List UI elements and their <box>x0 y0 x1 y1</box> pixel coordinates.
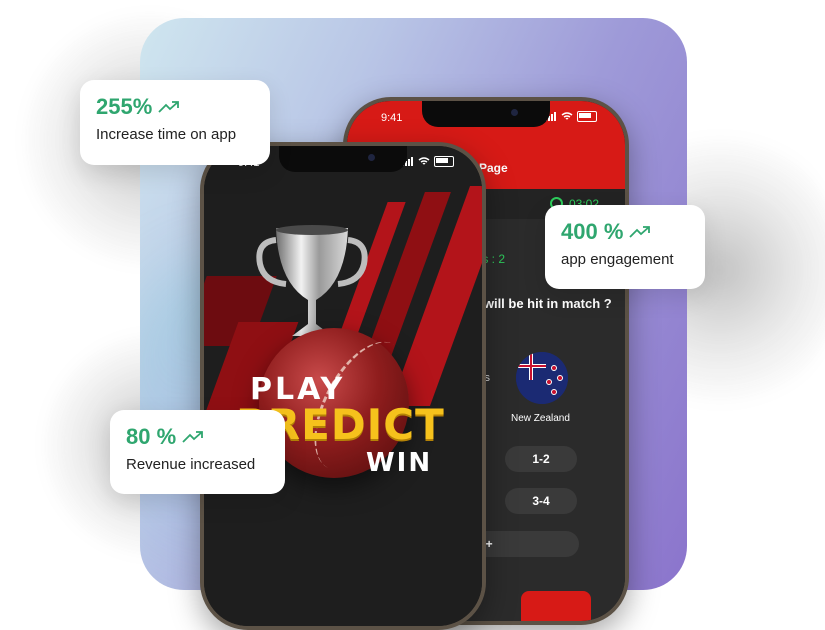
submit-button[interactable] <box>521 591 591 621</box>
stat-card-engagement: 400 % app engagement <box>545 205 705 289</box>
stat-value-text: 80 % <box>126 424 177 449</box>
stat-card-time-on-app: 255% Increase time on app <box>80 80 270 165</box>
stat-value-text: 400 % <box>561 219 624 244</box>
battery-icon <box>434 156 454 167</box>
quiz-question: s will be hit in match ? <box>473 296 612 311</box>
wifi-icon <box>418 157 430 165</box>
camera-icon <box>511 109 518 116</box>
trending-up-icon <box>629 226 651 238</box>
stat-value: 80 % <box>126 424 269 450</box>
status-icons <box>545 111 597 122</box>
stat-value-text: 255% <box>96 94 153 119</box>
status-icons <box>402 156 454 167</box>
answer-option[interactable]: 3-4 <box>505 488 577 514</box>
trending-up-icon <box>158 101 180 113</box>
wifi-icon <box>561 112 573 120</box>
promo-phone: PLAY PREDICT WIN 9:41 <box>200 142 486 630</box>
promo-screen: PLAY PREDICT WIN 9:41 <box>204 146 482 626</box>
trophy-icon <box>256 225 368 336</box>
battery-icon <box>577 111 597 122</box>
stat-label: app engagement <box>561 251 674 268</box>
stat-label: Revenue increased <box>126 456 256 473</box>
answer-option[interactable]: 1-2 <box>505 446 577 472</box>
stat-value: 400 % <box>561 219 689 245</box>
promo-win: WIN <box>366 448 433 478</box>
stat-label: Increase time on app <box>96 126 237 143</box>
stat-card-revenue: 80 % Revenue increased <box>110 410 285 494</box>
phone-notch <box>422 101 550 127</box>
phone-notch <box>279 146 407 172</box>
new-zealand-flag-icon <box>516 352 568 404</box>
trending-up-icon <box>182 431 204 443</box>
stat-value: 255% <box>96 94 254 120</box>
team-name: New Zealand <box>511 413 570 424</box>
status-time: 9:41 <box>381 112 403 124</box>
camera-icon <box>368 154 375 161</box>
